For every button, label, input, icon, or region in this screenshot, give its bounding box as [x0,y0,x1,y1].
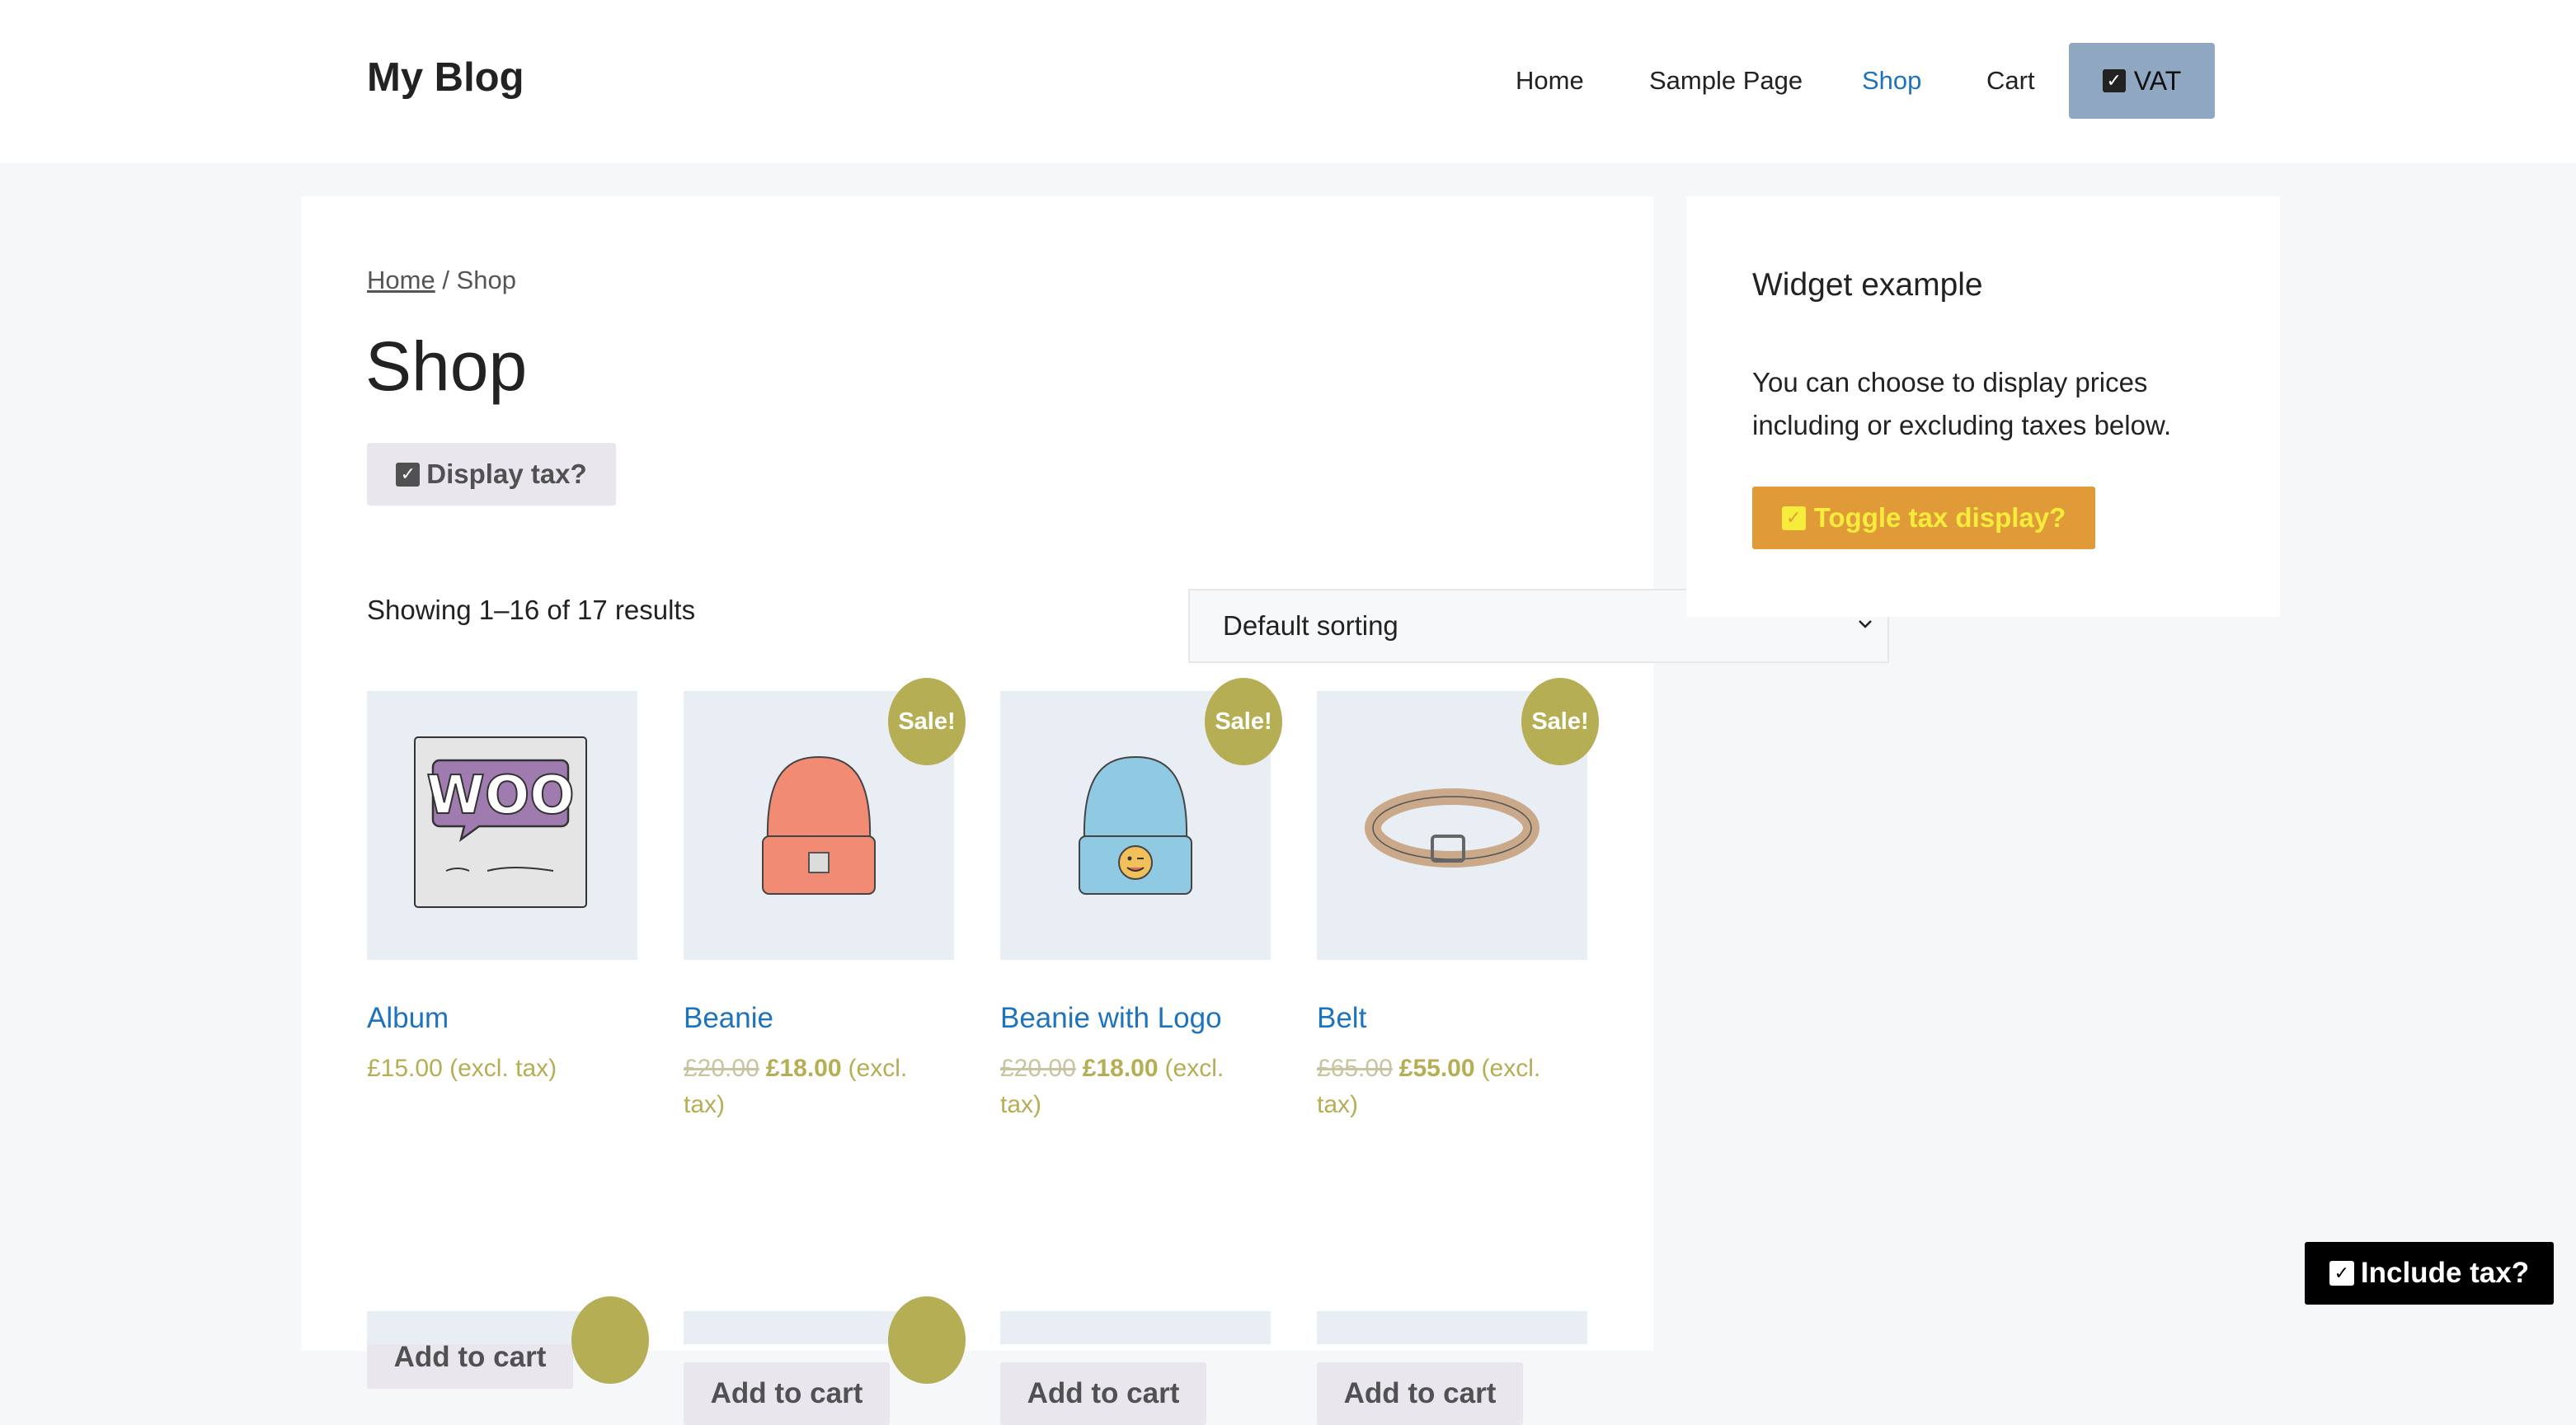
regular-price: £20.00 [684,1055,759,1082]
include-tax-button[interactable]: ✓ Include tax? [2305,1242,2554,1305]
nav-item-home[interactable]: Home [1516,43,1584,119]
regular-price: £20.00 [1000,1055,1076,1082]
add-to-cart-button[interactable]: Add to cart [1317,1362,1523,1425]
product-price: £15.00 (excl. tax) [367,1051,637,1087]
breadcrumb-home-link[interactable]: Home [367,266,435,294]
checkbox-checked-icon: ✓ [396,462,421,487]
add-to-cart-button[interactable]: Add to cart [1000,1362,1206,1425]
product-card-belt: Sale! Belt £65.00 £55.00 (excl. tax) Add t… [1317,678,1599,1425]
product-price: £20.00 £18.00 (excl. tax) [1000,1051,1271,1123]
product-image-partial[interactable] [1317,1311,1587,1344]
add-to-cart-button[interactable]: Add to cart [684,1362,890,1425]
checkbox-checked-icon: ✓ [2102,69,2126,92]
vat-button[interactable]: ✓ VAT [2069,43,2215,119]
vat-button-label: VAT [2133,65,2182,96]
nav-item-shop[interactable]: Shop [1862,43,1921,119]
product-image[interactable]: WOO [367,691,637,960]
sale-badge: Sale! [1205,678,1282,765]
album-cover-icon: WOO [414,736,587,908]
product-card-beanie-with-logo: Sale! Beanie with Logo £20.00 £18.00 (excl… [1000,678,1282,1425]
product-title[interactable]: Beanie [684,1002,773,1035]
svg-text:WOO: WOO [426,765,574,826]
sale-badge-partial [571,1296,649,1384]
page-title: Shop [365,327,528,405]
chevron-down-icon [1858,615,1873,634]
product-price: £65.00 £55.00 (excl. tax) [1317,1051,1587,1123]
primary-nav: Home Sample Page Shop Cart ✓ VAT [0,43,2576,119]
display-tax-label: Display tax? [426,459,587,489]
tax-note: (excl. tax) [449,1055,557,1082]
checkbox-checked-icon: ✓ [1781,506,1806,530]
sidebar-widget: Widget example You can choose to display… [1686,196,2280,617]
toggle-tax-label: Toggle tax display? [1813,502,2066,533]
breadcrumb-current: Shop [456,266,516,294]
price-amount: £15.00 [367,1055,443,1082]
result-count: Showing 1–16 of 17 results [367,595,696,625]
product-price: £20.00 £18.00 (excl. tax) [684,1051,954,1123]
checkbox-checked-icon: ✓ [2329,1261,2354,1286]
sale-badge: Sale! [888,678,966,765]
nav-item-cart[interactable]: Cart [1986,43,2035,119]
sale-badge-partial [888,1296,966,1384]
product-image-partial[interactable] [1000,1311,1271,1344]
include-tax-label: Include tax? [2360,1257,2530,1289]
toggle-tax-display-button[interactable]: ✓ Toggle tax display? [1752,487,2095,549]
regular-price: £65.00 [1317,1055,1393,1082]
product-title[interactable]: Belt [1317,1002,1366,1035]
sale-price: £18.00 [1082,1055,1159,1082]
display-tax-button[interactable]: ✓ Display tax? [367,443,616,506]
site-header: My Blog Home Sample Page Shop Cart ✓ VAT [0,0,2576,163]
sale-badge: Sale! [1521,678,1599,765]
breadcrumb: Home / Shop [367,266,516,295]
main-content: Home / Shop Shop ✓ Display tax? Showing … [301,196,1889,1425]
sale-price: £18.00 [765,1055,842,1082]
product-title[interactable]: Beanie with Logo [1000,1002,1222,1035]
widget-title: Widget example [1752,267,1983,303]
breadcrumb-separator: / [435,266,457,294]
sort-select-value: Default sorting [1223,610,1398,641]
product-card-beanie: Sale! Beanie £20.00 £18.00 (excl. tax) Add… [684,678,966,1425]
product-title[interactable]: Album [367,1002,449,1035]
sale-price: £55.00 [1398,1055,1475,1082]
widget-text: You can choose to display prices includi… [1752,367,2172,440]
nav-item-sample-page[interactable]: Sample Page [1649,43,1803,119]
product-card-album: WOO Album £15.00 (excl. tax) Add to cart [367,691,637,1389]
